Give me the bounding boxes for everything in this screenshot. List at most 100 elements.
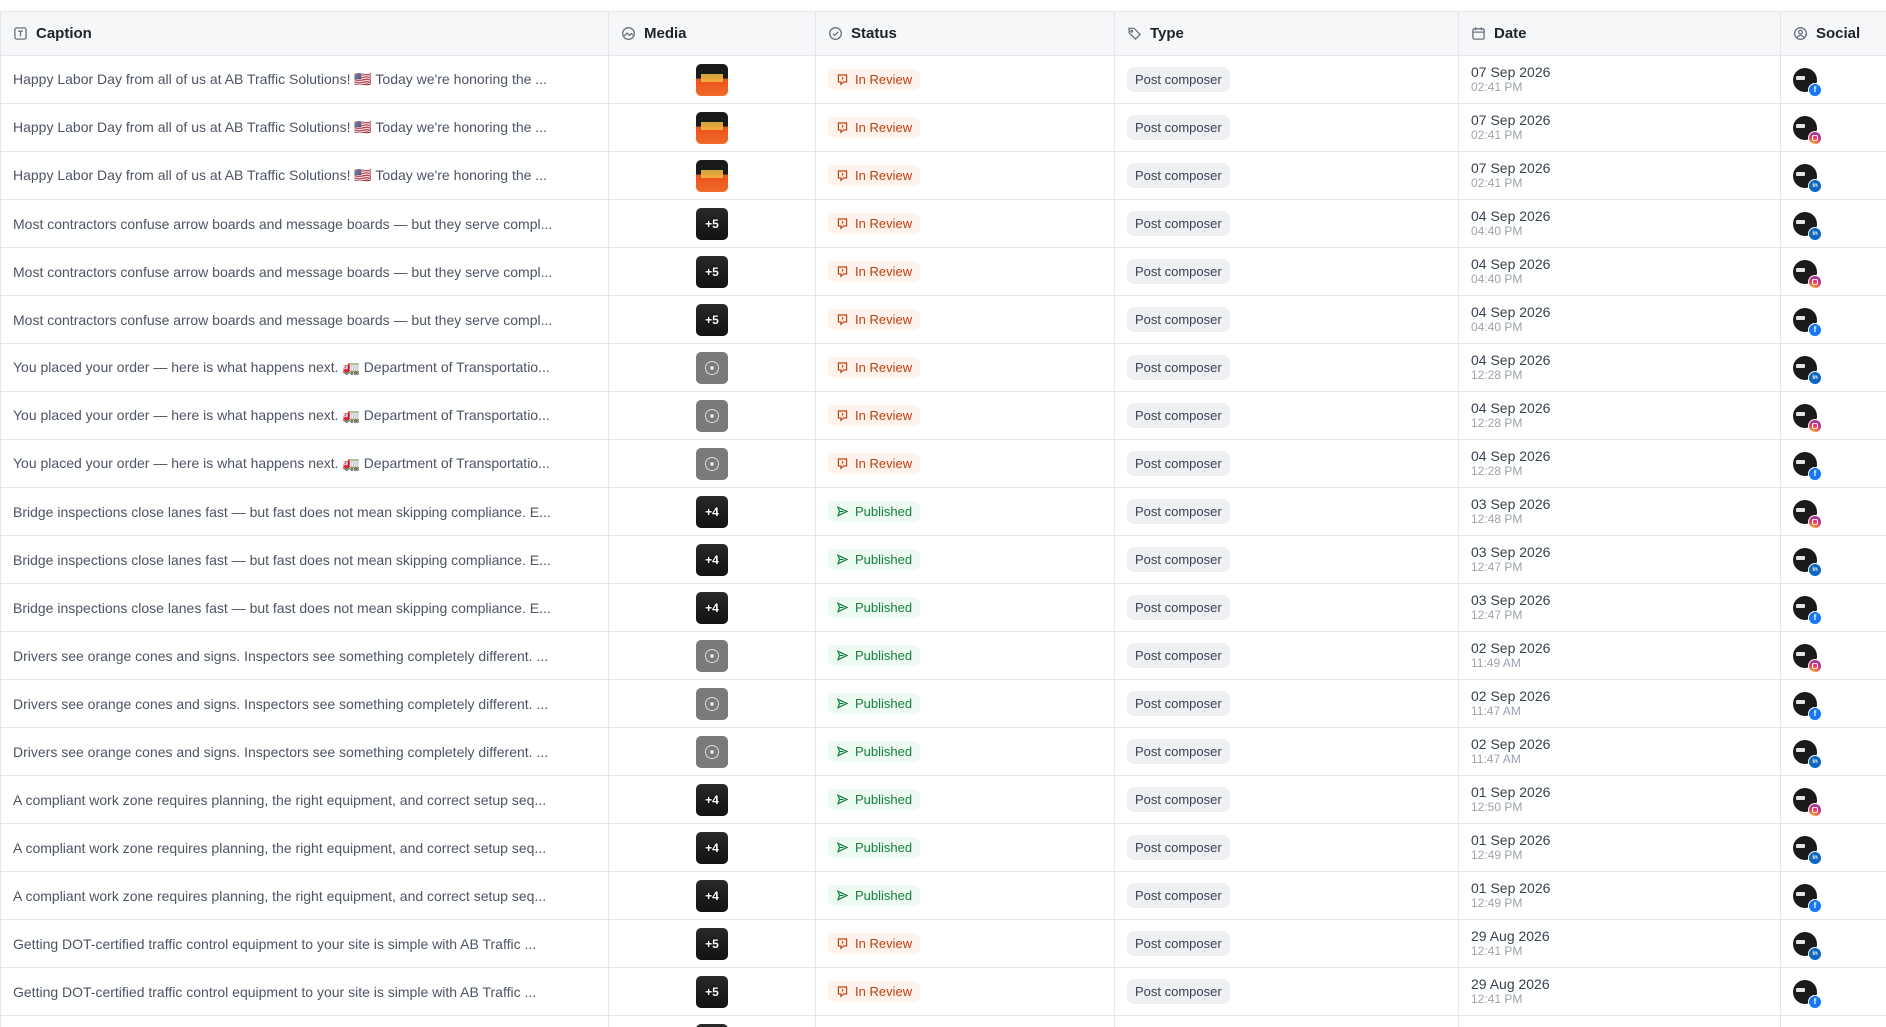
video-thumbnail[interactable]: [696, 351, 728, 384]
caption-cell[interactable]: Happy Labor Day from all of us at AB Tra…: [0, 151, 609, 200]
media-cell[interactable]: +4: [608, 535, 816, 584]
type-cell[interactable]: Post composer: [1114, 151, 1459, 200]
table-row[interactable]: Getting DOT-certified traffic control eq…: [0, 967, 1886, 1016]
status-cell[interactable]: Published: [815, 679, 1115, 728]
type-cell[interactable]: Post composer: [1114, 487, 1459, 536]
video-thumbnail[interactable]: [696, 447, 728, 480]
status-cell[interactable]: In Review: [815, 247, 1115, 296]
caption-cell[interactable]: [0, 1015, 609, 1027]
type-cell[interactable]: Post composer: [1114, 439, 1459, 488]
media-cell[interactable]: +4: [608, 775, 816, 824]
social-cell[interactable]: f: [1780, 583, 1886, 632]
media-cell[interactable]: +5: [608, 247, 816, 296]
social-cell[interactable]: [1780, 487, 1886, 536]
caption-cell[interactable]: Bridge inspections close lanes fast — bu…: [0, 535, 609, 584]
caption-cell[interactable]: Happy Labor Day from all of us at AB Tra…: [0, 103, 609, 152]
type-cell[interactable]: Post composer: [1114, 535, 1459, 584]
media-cell[interactable]: +4: [608, 871, 816, 920]
social-cell[interactable]: f: [1780, 55, 1886, 104]
date-cell[interactable]: 04 Sep 2026 12:28 PM: [1458, 343, 1781, 392]
table-row[interactable]: Drivers see orange cones and signs. Insp…: [0, 679, 1886, 728]
caption-cell[interactable]: Most contractors confuse arrow boards an…: [0, 247, 609, 296]
type-cell[interactable]: Post composer: [1114, 247, 1459, 296]
status-cell[interactable]: Published: [815, 535, 1115, 584]
status-cell[interactable]: In Review: [815, 103, 1115, 152]
image-thumbnail[interactable]: +5: [696, 303, 728, 336]
social-cell[interactable]: in: [1780, 343, 1886, 392]
table-row[interactable]: Most contractors confuse arrow boards an…: [0, 199, 1886, 248]
table-row[interactable]: Drivers see orange cones and signs. Insp…: [0, 631, 1886, 680]
table-row[interactable]: Getting DOT-certified traffic control eq…: [0, 919, 1886, 968]
date-cell[interactable]: 29 Aug 2026 12:41 PM: [1458, 967, 1781, 1016]
caption-cell[interactable]: A compliant work zone requires planning,…: [0, 871, 609, 920]
column-header-caption[interactable]: Caption: [0, 11, 609, 56]
image-thumbnail[interactable]: [696, 1023, 728, 1027]
caption-cell[interactable]: Most contractors confuse arrow boards an…: [0, 199, 609, 248]
column-header-type[interactable]: Type: [1114, 11, 1459, 56]
status-cell[interactable]: Published: [815, 871, 1115, 920]
video-thumbnail[interactable]: [696, 735, 728, 768]
video-thumbnail[interactable]: [696, 687, 728, 720]
caption-cell[interactable]: You placed your order — here is what hap…: [0, 391, 609, 440]
date-cell[interactable]: 04 Sep 2026 12:28 PM: [1458, 439, 1781, 488]
social-cell[interactable]: in: [1780, 199, 1886, 248]
social-cell[interactable]: in: [1780, 919, 1886, 968]
type-cell[interactable]: Post composer: [1114, 775, 1459, 824]
social-cell[interactable]: in: [1780, 727, 1886, 776]
caption-cell[interactable]: Bridge inspections close lanes fast — bu…: [0, 583, 609, 632]
media-cell[interactable]: [608, 679, 816, 728]
social-cell[interactable]: [1780, 1015, 1886, 1027]
date-cell[interactable]: 04 Sep 2026 04:40 PM: [1458, 247, 1781, 296]
media-cell[interactable]: +4: [608, 823, 816, 872]
table-row[interactable]: Happy Labor Day from all of us at AB Tra…: [0, 151, 1886, 200]
social-cell[interactable]: in: [1780, 535, 1886, 584]
image-thumbnail[interactable]: [696, 159, 728, 192]
type-cell[interactable]: Post composer: [1114, 55, 1459, 104]
status-cell[interactable]: In Review: [815, 967, 1115, 1016]
status-cell[interactable]: In Review: [815, 295, 1115, 344]
media-cell[interactable]: [608, 103, 816, 152]
table-row[interactable]: Happy Labor Day from all of us at AB Tra…: [0, 55, 1886, 104]
date-cell[interactable]: 02 Sep 2026 11:49 AM: [1458, 631, 1781, 680]
status-cell[interactable]: Published: [815, 727, 1115, 776]
image-thumbnail[interactable]: +4: [696, 831, 728, 864]
status-cell[interactable]: Published: [815, 775, 1115, 824]
media-cell[interactable]: +5: [608, 199, 816, 248]
table-row[interactable]: Most contractors confuse arrow boards an…: [0, 295, 1886, 344]
status-cell[interactable]: In Review: [815, 55, 1115, 104]
image-thumbnail[interactable]: +5: [696, 255, 728, 288]
date-cell[interactable]: 01 Sep 2026 12:49 PM: [1458, 823, 1781, 872]
social-cell[interactable]: f: [1780, 439, 1886, 488]
media-cell[interactable]: [608, 55, 816, 104]
caption-cell[interactable]: Getting DOT-certified traffic control eq…: [0, 967, 609, 1016]
social-cell[interactable]: in: [1780, 151, 1886, 200]
date-cell[interactable]: 01 Sep 2026 12:49 PM: [1458, 871, 1781, 920]
image-thumbnail[interactable]: +5: [696, 975, 728, 1008]
status-cell[interactable]: In Review: [815, 919, 1115, 968]
image-thumbnail[interactable]: +4: [696, 591, 728, 624]
status-cell[interactable]: In Review: [815, 391, 1115, 440]
date-cell[interactable]: 07 Sep 2026 02:41 PM: [1458, 151, 1781, 200]
table-row[interactable]: Drivers see orange cones and signs. Insp…: [0, 727, 1886, 776]
type-cell[interactable]: Post composer: [1114, 967, 1459, 1016]
column-header-status[interactable]: Status: [815, 11, 1115, 56]
caption-cell[interactable]: You placed your order — here is what hap…: [0, 439, 609, 488]
table-row[interactable]: You placed your order — here is what hap…: [0, 391, 1886, 440]
table-row[interactable]: Most contractors confuse arrow boards an…: [0, 247, 1886, 296]
posts-table-container[interactable]: Caption Media Status Type Date Social Happy L…: [0, 11, 1886, 1027]
type-cell[interactable]: Post composer: [1114, 199, 1459, 248]
media-cell[interactable]: [608, 631, 816, 680]
image-thumbnail[interactable]: +5: [696, 927, 728, 960]
social-cell[interactable]: [1780, 391, 1886, 440]
social-cell[interactable]: [1780, 775, 1886, 824]
status-cell[interactable]: Published: [815, 823, 1115, 872]
social-cell[interactable]: in: [1780, 823, 1886, 872]
media-cell[interactable]: [608, 343, 816, 392]
type-cell[interactable]: Post composer: [1114, 823, 1459, 872]
type-cell[interactable]: Post composer: [1114, 583, 1459, 632]
image-thumbnail[interactable]: +4: [696, 879, 728, 912]
image-thumbnail[interactable]: [696, 111, 728, 144]
column-header-date[interactable]: Date: [1458, 11, 1781, 56]
social-cell[interactable]: f: [1780, 679, 1886, 728]
media-cell[interactable]: +5: [608, 967, 816, 1016]
